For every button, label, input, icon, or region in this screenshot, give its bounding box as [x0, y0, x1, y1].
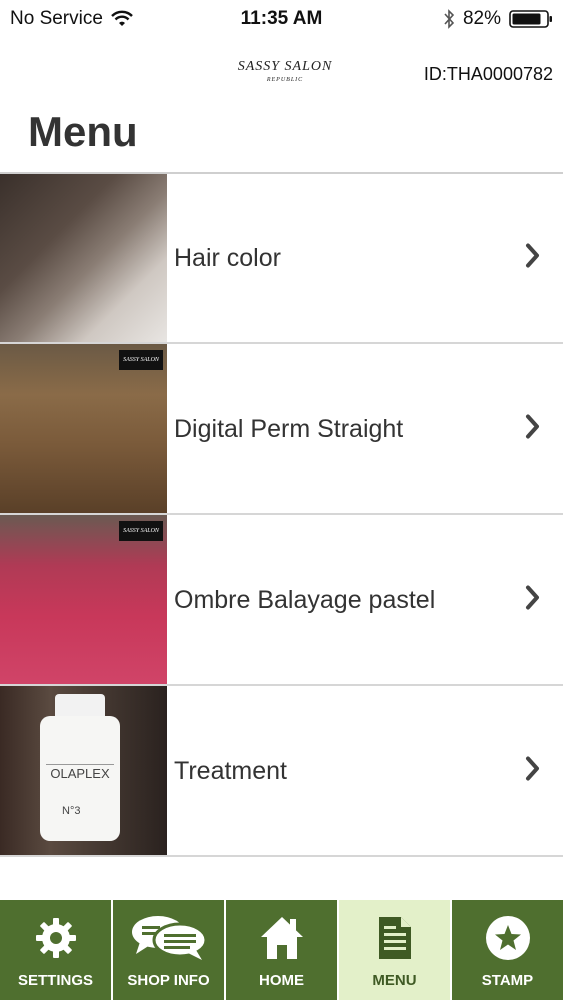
- tab-settings[interactable]: SETTINGS: [0, 900, 113, 1000]
- tab-label: SETTINGS: [17, 972, 93, 989]
- menu-item-image: [0, 174, 167, 342]
- tab-shop-info[interactable]: SHOP INFO: [113, 900, 226, 1000]
- menu-item-label: Ombre Balayage pastel: [174, 585, 436, 614]
- watermark-logo: SASSY SALON: [119, 521, 163, 541]
- gear-icon: [34, 910, 78, 966]
- wifi-icon: [111, 10, 133, 28]
- bluetooth-icon: [443, 9, 455, 29]
- watermark-logo: SASSY SALON: [119, 350, 163, 370]
- menu-item-image: SASSY SALON: [0, 515, 167, 684]
- product-bottle-icon: OLAPLEX N°3: [40, 694, 120, 841]
- status-left: No Service: [10, 8, 133, 30]
- status-right: 82%: [443, 8, 553, 30]
- tab-menu[interactable]: MENU: [339, 900, 452, 1000]
- svg-text:N°3: N°3: [62, 805, 80, 817]
- battery-icon: [509, 9, 553, 29]
- logo-sub-text: REPUBLIC: [266, 77, 304, 83]
- menu-item-label: Treatment: [174, 756, 288, 785]
- status-bar: No Service 11:35 AM 82%: [0, 0, 563, 38]
- menu-item-label: Hair color: [174, 244, 281, 272]
- menu-item-ombre-balayage[interactable]: SASSY SALON Ombre Balayage pastel: [0, 515, 563, 686]
- bottom-tab-bar: SETTINGS SHOP INFO HOME MENU STAMP: [0, 900, 563, 1000]
- svg-text:OLAPLEX: OLAPLEX: [50, 766, 110, 781]
- tab-label: STAMP: [481, 972, 534, 989]
- document-icon: [377, 910, 413, 966]
- chevron-right-icon: [525, 755, 541, 786]
- tab-label: SHOP INFO: [127, 972, 210, 989]
- star-icon: [485, 910, 531, 966]
- menu-item-image: SASSY SALON: [0, 344, 167, 513]
- clock: 11:35 AM: [240, 8, 323, 29]
- salon-logo: SASSY SALON REPUBLIC: [225, 58, 345, 94]
- app-header: SASSY SALON REPUBLIC ID:THA0000782: [0, 38, 563, 110]
- chevron-right-icon: [525, 243, 541, 274]
- home-icon: [259, 910, 305, 966]
- menu-item-image: OLAPLEX N°3: [0, 686, 167, 855]
- tab-label: HOME: [259, 972, 304, 989]
- logo-main-text: SASSY SALON: [237, 59, 333, 74]
- page-title: Menu: [28, 108, 138, 155]
- menu-item-digital-perm-straight[interactable]: SASSY SALON Digital Perm Straight: [0, 344, 563, 515]
- menu-item-label: Digital Perm Straight: [174, 414, 404, 443]
- tab-stamp[interactable]: STAMP: [452, 900, 563, 1000]
- menu-list: Hair color SASSY SALON Digital Perm Stra…: [0, 174, 563, 857]
- member-id: ID:THA0000782: [423, 64, 553, 84]
- menu-item-treatment[interactable]: OLAPLEX N°3 Treatment: [0, 686, 563, 857]
- carrier-text: No Service: [10, 8, 103, 29]
- menu-item-hair-color[interactable]: Hair color: [0, 174, 563, 344]
- tab-label: MENU: [372, 972, 417, 989]
- chevron-right-icon: [525, 413, 541, 444]
- chat-bubbles-icon: [130, 910, 208, 966]
- battery-percent: 82%: [462, 8, 501, 29]
- chevron-right-icon: [525, 584, 541, 615]
- tab-home[interactable]: HOME: [226, 900, 339, 1000]
